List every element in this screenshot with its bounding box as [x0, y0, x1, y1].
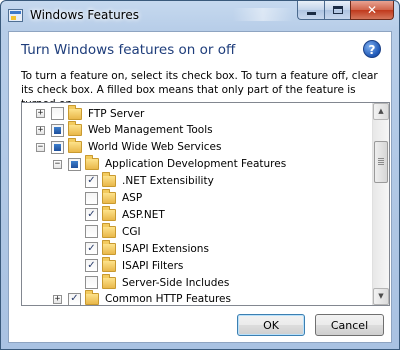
scroll-up-button[interactable]: ▲: [373, 103, 389, 120]
scroll-down-button[interactable]: ▼: [373, 288, 389, 305]
tree-item[interactable]: CGI: [85, 222, 141, 240]
folder-icon: [102, 222, 116, 238]
scroll-thumb[interactable]: [374, 141, 388, 183]
expand-icon[interactable]: +: [36, 109, 45, 118]
vertical-scrollbar[interactable]: ▲ ▼: [372, 103, 389, 305]
feature-checkbox[interactable]: [85, 191, 98, 205]
expand-icon[interactable]: +: [53, 294, 62, 304]
feature-checkbox[interactable]: [51, 123, 64, 137]
feature-checkbox[interactable]: [85, 225, 98, 239]
folder-icon: [102, 239, 116, 255]
ok-button[interactable]: OK: [237, 314, 305, 336]
windows-features-app-icon: [8, 9, 23, 22]
folder-icon: [102, 256, 116, 272]
feature-checkbox[interactable]: [68, 157, 81, 171]
feature-checkbox[interactable]: [51, 107, 64, 120]
minimize-icon: [306, 11, 316, 15]
tree-item[interactable]: + FTP Server: [36, 104, 145, 122]
dialog-heading: Turn Windows features on or off: [21, 42, 236, 58]
feature-checkbox[interactable]: ✓: [85, 174, 98, 188]
scroll-up-icon: ▲: [378, 107, 384, 115]
tree-item[interactable]: ASP: [85, 189, 143, 207]
minimize-button[interactable]: [297, 1, 324, 20]
tree-item-label: Common HTTP Features: [105, 293, 231, 306]
scroll-down-icon: ▼: [378, 292, 384, 300]
folder-icon: [85, 290, 99, 305]
maximize-icon: [332, 6, 343, 14]
cancel-button[interactable]: Cancel: [315, 314, 384, 336]
tree-item-label: Server-Side Includes: [122, 276, 230, 289]
tree-item[interactable]: − World Wide Web Services: [36, 138, 222, 156]
title-bar[interactable]: Windows Features ✕: [1, 1, 399, 31]
tree-item-label: Application Development Features: [105, 158, 287, 171]
feature-checkbox[interactable]: ✓: [85, 208, 98, 222]
close-icon: ✕: [366, 3, 378, 17]
folder-icon: [102, 189, 116, 204]
tree-item[interactable]: − Application Development Features: [53, 155, 287, 173]
feature-checkbox[interactable]: ✓: [85, 259, 98, 273]
tree-item-label: ASP.NET: [122, 208, 165, 221]
folder-icon: [102, 273, 116, 289]
tree-item-label: World Wide Web Services: [88, 141, 222, 154]
tree-item-label: Web Management Tools: [88, 124, 213, 137]
tree-item[interactable]: ✓ ISAPI Filters: [85, 256, 184, 274]
tree-item[interactable]: Server-Side Includes: [85, 273, 230, 291]
folder-icon: [102, 205, 116, 221]
window-title: Windows Features: [30, 8, 139, 22]
maximize-button[interactable]: [324, 1, 350, 20]
tree-item[interactable]: ✓ ISAPI Extensions: [85, 239, 209, 257]
tree-item[interactable]: + Web Management Tools: [36, 121, 213, 139]
caption-buttons: ✕: [297, 1, 394, 20]
expand-icon[interactable]: +: [36, 125, 45, 135]
folder-icon: [102, 172, 116, 188]
title-bar-glass: [233, 8, 293, 21]
dialog-content: Turn Windows features on or off ? To tur…: [8, 31, 392, 343]
help-icon[interactable]: ?: [363, 40, 381, 58]
tree-item[interactable]: + ✓ Common HTTP Features: [53, 290, 231, 306]
tree-item-label: .NET Extensibility: [122, 175, 214, 188]
feature-checkbox[interactable]: [85, 276, 98, 289]
close-button[interactable]: ✕: [350, 1, 394, 20]
windows-features-dialog: Windows Features ✕ Turn Windows features…: [0, 0, 400, 350]
feature-checkbox[interactable]: [51, 140, 64, 154]
folder-icon: [85, 155, 99, 171]
tree-item-label: CGI: [122, 225, 141, 238]
folder-icon: [68, 104, 82, 120]
feature-checkbox[interactable]: ✓: [85, 242, 98, 256]
collapse-icon[interactable]: −: [53, 159, 62, 169]
tree-item[interactable]: ✓ ASP.NET: [85, 205, 165, 223]
tree-item-label: ISAPI Extensions: [122, 242, 209, 255]
tree-item-label: ASP: [122, 192, 143, 204]
folder-icon: [68, 138, 82, 154]
features-tree[interactable]: + FTP Server + Web Management Tools − World W…: [21, 102, 390, 306]
feature-checkbox[interactable]: ✓: [68, 292, 81, 305]
tree-item-label: FTP Server: [88, 107, 145, 120]
collapse-icon[interactable]: −: [36, 142, 45, 152]
folder-icon: [68, 121, 82, 137]
tree-item-label: ISAPI Filters: [122, 259, 184, 272]
tree-item[interactable]: ✓ .NET Extensibility: [85, 172, 214, 190]
